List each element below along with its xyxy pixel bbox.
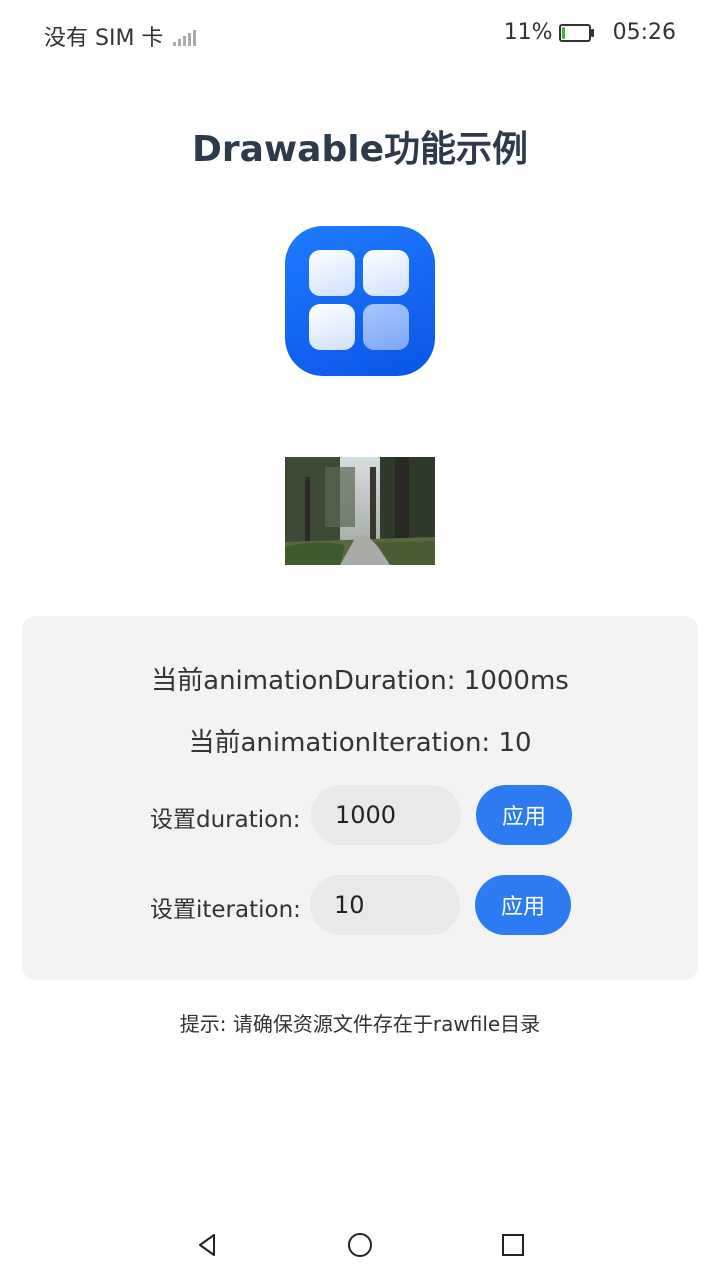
apply-iteration-button[interactable]: 应用: [475, 875, 571, 935]
page-title: Drawable功能示例: [191, 129, 528, 170]
apply-duration-button[interactable]: 应用: [476, 785, 572, 845]
carrier-text: 没有 SIM 卡: [44, 26, 164, 51]
grid-tile: [363, 250, 409, 296]
recents-icon[interactable]: [498, 1230, 528, 1260]
back-icon[interactable]: [193, 1230, 223, 1260]
status-left: 没有 SIM 卡: [44, 20, 199, 52]
grid-tile: [363, 304, 409, 350]
settings-panel: 当前animationDuration: 1000ms 当前animationI…: [22, 616, 698, 980]
home-icon[interactable]: [345, 1230, 375, 1260]
clock: 05:26: [612, 20, 676, 45]
battery-percent: 11%: [503, 20, 553, 45]
duration-label: 设置duration:: [150, 807, 301, 833]
navigation-bar: [0, 1210, 720, 1280]
iteration-label: 设置iteration:: [150, 897, 301, 923]
app-grid-icon: [285, 226, 435, 376]
park-path-photo: [285, 457, 435, 565]
duration-info: 当前animationDuration: 1000ms: [151, 666, 569, 696]
grid-tile: [309, 250, 355, 296]
status-right: 11% 05:26: [504, 20, 676, 45]
iteration-input[interactable]: [310, 875, 460, 935]
duration-input[interactable]: [311, 785, 461, 845]
battery-icon: [558, 23, 594, 42]
signal-icon: [171, 26, 199, 46]
battery-fill: [561, 26, 565, 39]
grid-tile: [309, 304, 355, 350]
status-bar: 没有 SIM 卡 11% 05:26: [0, 0, 720, 70]
iteration-info: 当前animationIteration: 10: [188, 728, 532, 758]
hint-text: 提示: 请确保资源文件存在于rawfile目录: [179, 1012, 541, 1036]
